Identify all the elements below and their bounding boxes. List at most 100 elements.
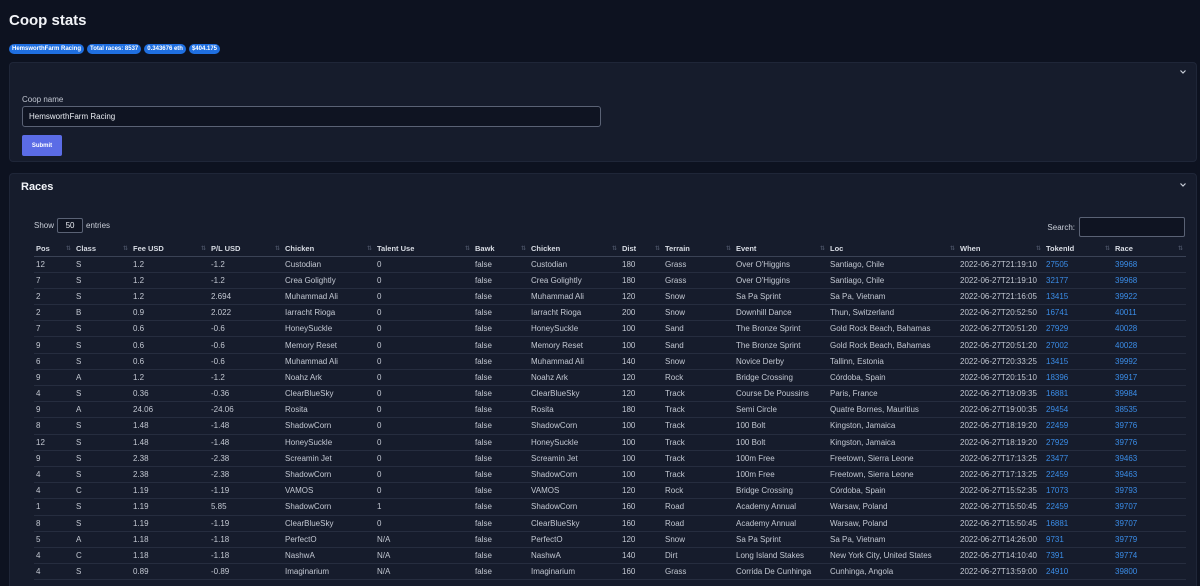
table-cell: Downhill Dance — [734, 304, 828, 322]
table-cell: S — [74, 450, 131, 467]
token-id-link[interactable]: 18396 — [1044, 369, 1113, 387]
race-id-link[interactable]: 39707 — [1113, 498, 1186, 516]
table-cell: 9 — [34, 401, 74, 419]
coop-name-input[interactable] — [22, 106, 601, 127]
table-cell: A — [74, 401, 131, 419]
token-id-link[interactable]: 16881 — [1044, 385, 1113, 403]
race-id-link[interactable]: 39779 — [1113, 531, 1186, 548]
table-cell: 0 — [375, 450, 473, 467]
sort-icon[interactable]: ⇅ — [367, 245, 372, 252]
token-id-link[interactable]: 22459 — [1044, 417, 1113, 435]
table-cell: 0 — [375, 515, 473, 532]
sort-icon[interactable]: ⇅ — [123, 245, 128, 252]
eth-badge: 0.343676 eth — [144, 44, 186, 54]
table-cell: S — [74, 336, 131, 354]
token-id-link[interactable]: 29454 — [1044, 401, 1113, 419]
column-header[interactable]: TokenId ⇅ — [1044, 241, 1113, 257]
submit-button[interactable]: Submit — [22, 135, 62, 156]
race-id-link[interactable]: 38535 — [1113, 401, 1186, 419]
race-id-link[interactable]: 40028 — [1113, 336, 1186, 354]
race-id-link[interactable]: 39707 — [1113, 515, 1186, 532]
entries-select[interactable]: 50 — [57, 218, 84, 233]
column-header[interactable]: P/L USD ⇅ — [209, 241, 283, 257]
token-id-link[interactable]: 23477 — [1044, 450, 1113, 467]
race-id-link[interactable]: 39992 — [1113, 353, 1186, 370]
race-id-link[interactable]: 39984 — [1113, 385, 1186, 403]
race-id-link[interactable]: 39968 — [1113, 256, 1186, 273]
token-id-link[interactable]: 32177 — [1044, 272, 1113, 289]
race-id-link[interactable]: 39774 — [1113, 547, 1186, 565]
column-header[interactable]: Chicken ⇅ — [283, 241, 375, 257]
race-id-link[interactable]: 39463 — [1113, 466, 1186, 484]
column-header[interactable]: Fee USD ⇅ — [131, 241, 209, 257]
table-cell: Sa Pa, Vietnam — [828, 531, 958, 548]
column-header[interactable]: Talent Use ⇅ — [375, 241, 473, 257]
sort-icon[interactable]: ⇅ — [201, 245, 206, 252]
table-cell: 0 — [375, 482, 473, 500]
sort-icon[interactable]: ⇅ — [820, 245, 825, 252]
table-cell: S — [74, 515, 131, 532]
token-id-link[interactable]: 24910 — [1044, 563, 1113, 581]
table-cell: 2022-06-27T19:09:35 — [958, 385, 1044, 403]
token-id-link[interactable]: 9731 — [1044, 531, 1113, 548]
token-id-link[interactable]: 13415 — [1044, 353, 1113, 370]
token-id-link[interactable]: 27505 — [1044, 256, 1113, 273]
table-cell: Track — [663, 450, 734, 467]
column-header[interactable]: Pos ⇅ — [34, 241, 74, 257]
sort-icon[interactable]: ⇅ — [950, 245, 955, 252]
column-header[interactable]: Terrain ⇅ — [663, 241, 734, 257]
token-id-link[interactable]: 16741 — [1044, 304, 1113, 322]
chevron-down-icon[interactable] — [1179, 181, 1187, 189]
column-header[interactable]: Dist ⇅ — [620, 241, 663, 257]
search-input[interactable] — [1079, 217, 1185, 237]
sort-icon[interactable]: ⇅ — [521, 245, 526, 252]
token-id-link[interactable]: 22459 — [1044, 498, 1113, 516]
sort-icon[interactable]: ⇅ — [655, 245, 660, 252]
token-id-link[interactable]: 7391 — [1044, 547, 1113, 565]
table-cell: Muhammad Ali — [529, 288, 620, 306]
race-id-link[interactable]: 39463 — [1113, 450, 1186, 467]
table-row: 6 S 0.6 -0.6 Muhammad Ali 0 false Muhammad Ali 1… — [34, 353, 1186, 370]
sort-icon[interactable]: ⇅ — [66, 245, 71, 252]
sort-icon[interactable]: ⇅ — [1178, 245, 1183, 252]
chevron-down-icon[interactable] — [1179, 68, 1187, 76]
sort-icon[interactable]: ⇅ — [1036, 245, 1041, 252]
token-id-link[interactable]: 27929 — [1044, 320, 1113, 338]
column-header[interactable]: Chicken ⇅ — [529, 241, 620, 257]
token-id-link[interactable]: 27002 — [1044, 336, 1113, 354]
sort-icon[interactable]: ⇅ — [612, 245, 617, 252]
sort-icon[interactable]: ⇅ — [275, 245, 280, 252]
race-id-link[interactable]: 39800 — [1113, 563, 1186, 581]
coop-name-badge: HemsworthFarm Racing — [9, 44, 85, 54]
race-id-link[interactable]: 40028 — [1113, 320, 1186, 338]
race-id-link[interactable]: 39922 — [1113, 288, 1186, 306]
column-header[interactable]: Class ⇅ — [74, 241, 131, 257]
table-cell: false — [473, 288, 529, 306]
race-id-link[interactable]: 40011 — [1113, 304, 1186, 322]
column-header[interactable]: Race ⇅ — [1113, 241, 1186, 257]
race-id-link[interactable]: 39917 — [1113, 369, 1186, 387]
table-cell: false — [473, 272, 529, 289]
page-title: Coop stats — [9, 12, 87, 29]
token-id-link[interactable]: 27929 — [1044, 434, 1113, 451]
token-id-link[interactable]: 17073 — [1044, 482, 1113, 500]
table-cell: Santiago, Chile — [828, 256, 958, 273]
table-cell: HoneySuckle — [283, 320, 375, 338]
token-id-link[interactable]: 13415 — [1044, 288, 1113, 306]
race-id-link[interactable]: 39776 — [1113, 434, 1186, 451]
sort-icon[interactable]: ⇅ — [726, 245, 731, 252]
column-header[interactable]: When ⇅ — [958, 241, 1044, 257]
race-id-link[interactable]: 39793 — [1113, 482, 1186, 500]
column-header[interactable]: Event ⇅ — [734, 241, 828, 257]
column-header[interactable]: Loc ⇅ — [828, 241, 958, 257]
token-id-link[interactable]: 16881 — [1044, 515, 1113, 532]
race-id-link[interactable]: 39776 — [1113, 417, 1186, 435]
table-cell: false — [473, 434, 529, 451]
sort-icon[interactable]: ⇅ — [1105, 245, 1110, 252]
race-id-link[interactable]: 39968 — [1113, 272, 1186, 289]
table-cell: 2022-06-27T19:00:35 — [958, 401, 1044, 419]
sort-icon[interactable]: ⇅ — [465, 245, 470, 252]
table-cell: 1.18 — [131, 547, 209, 565]
column-header[interactable]: Bawk ⇅ — [473, 241, 529, 257]
token-id-link[interactable]: 22459 — [1044, 466, 1113, 484]
